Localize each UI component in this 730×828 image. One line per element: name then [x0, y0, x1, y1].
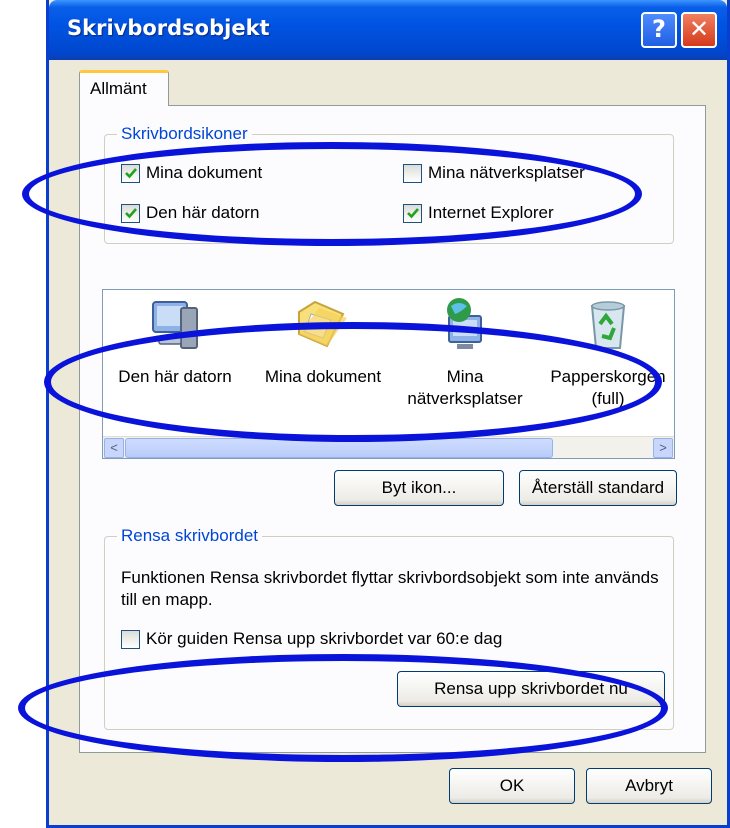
change-icon-button[interactable]: Byt ikon...	[334, 470, 504, 506]
computer-icon	[152, 301, 198, 349]
checkbox-label: Kör guiden Rensa upp skrivbordet var 60:…	[146, 629, 503, 648]
horizontal-scrollbar[interactable]: < >	[103, 436, 674, 458]
help-button[interactable]: ?	[641, 12, 677, 48]
icon-label: Den här datorn	[118, 367, 232, 386]
checkbox-box[interactable]	[403, 163, 422, 183]
icon-label: nätverksplatser	[407, 389, 523, 408]
checkbox-label: Mina dokument	[146, 163, 263, 182]
checkbox-box[interactable]	[121, 203, 140, 223]
cleanup-now-button[interactable]: Rensa upp skrivbordet nu	[397, 671, 665, 707]
checkbox-box[interactable]	[121, 629, 140, 649]
checkbox-box[interactable]	[121, 163, 140, 183]
checkmark-icon	[124, 168, 137, 179]
cancel-button[interactable]: Avbryt	[586, 768, 712, 804]
checkbox-label: Den här datorn	[146, 203, 260, 222]
cleanup-description: Funktionen Rensa skrivbordet flyttar skr…	[121, 568, 659, 609]
checkbox-internet-explorer[interactable]: Internet Explorer	[403, 203, 554, 223]
close-button[interactable]: ✕	[681, 12, 717, 48]
title-bar[interactable]: Skrivbordsobjekt ? ✕	[49, 0, 727, 60]
checkmark-icon	[406, 208, 419, 219]
icon-item-my-network-places[interactable]: Mina nätverksplatser	[395, 294, 535, 410]
checkbox-label: Internet Explorer	[428, 203, 554, 222]
icon-item-my-computer[interactable]: Den här datorn	[105, 294, 245, 388]
checkbox-my-network-places[interactable]: Mina nätverksplatser	[403, 163, 585, 183]
recycle-bin-icon	[590, 301, 626, 349]
tab-page-general: Skrivbordsikoner Mina dokument Mina nätv…	[79, 105, 706, 753]
icon-label: Mina dokument	[264, 367, 382, 386]
icon-label: (full)	[591, 389, 625, 408]
folder-icon	[298, 300, 347, 348]
checkbox-label: Mina nätverksplatser	[428, 163, 585, 182]
scrollbar-thumb[interactable]	[125, 438, 553, 458]
checkbox-box[interactable]	[403, 203, 422, 223]
window-title: Skrivbordsobjekt	[67, 16, 270, 40]
checkbox-my-documents[interactable]: Mina dokument	[121, 163, 262, 183]
icon-item-recycle-bin[interactable]: Papperskorgen (full)	[539, 294, 677, 410]
desktop-icons-group: Skrivbordsikoner Mina dokument Mina nätv…	[104, 124, 674, 244]
dialog-window: Skrivbordsobjekt ? ✕ Allmänt Skrivbordsi…	[46, 0, 730, 828]
icon-label: Papperskorgen	[550, 367, 666, 386]
desktop-icons-legend: Skrivbordsikoner	[117, 124, 252, 144]
desktop-cleanup-group: Rensa skrivbordet Funktionen Rensa skriv…	[104, 526, 674, 730]
scroll-left-button[interactable]: <	[104, 438, 124, 458]
network-icon	[447, 298, 482, 349]
checkbox-cleanup-wizard[interactable]: Kör guiden Rensa upp skrivbordet var 60:…	[121, 629, 502, 649]
icon-label: Mina	[446, 367, 484, 386]
checkmark-icon	[124, 208, 137, 219]
icon-item-my-documents[interactable]: Mina dokument	[253, 294, 393, 388]
desktop-icon-list[interactable]: Den här datorn Mina dokument Mina nätver…	[102, 289, 675, 459]
checkbox-my-computer[interactable]: Den här datorn	[121, 203, 259, 223]
tab-general[interactable]: Allmänt	[79, 70, 169, 106]
desktop-cleanup-legend: Rensa skrivbordet	[117, 526, 263, 546]
restore-default-button[interactable]: Återställ standard	[519, 470, 677, 506]
ok-button[interactable]: OK	[449, 768, 575, 804]
scroll-right-button[interactable]: >	[653, 438, 673, 458]
